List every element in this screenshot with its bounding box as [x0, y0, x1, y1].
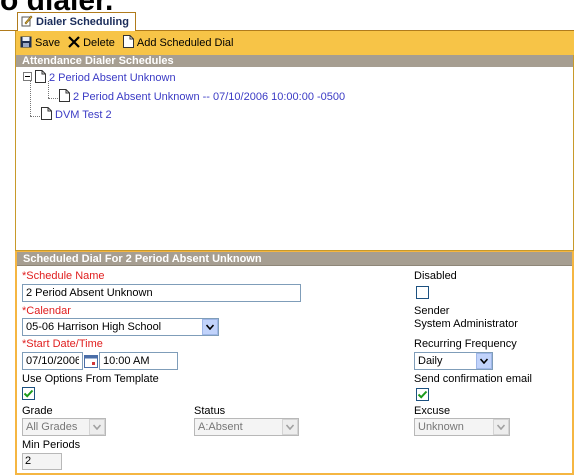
tree-item-label: 2 Period Absent Unknown -- 07/10/2006 10…: [73, 91, 346, 103]
tab-dialer-scheduling[interactable]: Dialer Scheduling: [17, 12, 136, 31]
chevron-down-icon[interactable]: [202, 319, 218, 335]
grade-label: Grade: [22, 405, 53, 417]
tree-connector: [48, 98, 58, 99]
save-icon: [20, 36, 32, 51]
start-time-input[interactable]: [99, 352, 178, 370]
use-template-checkbox[interactable]: [22, 387, 35, 400]
tab-label: Dialer Scheduling: [36, 16, 129, 28]
new-document-icon: [122, 35, 134, 51]
chevron-down-icon[interactable]: [282, 419, 298, 435]
grade-select[interactable]: All Grades: [22, 418, 106, 436]
grade-select-value: All Grades: [26, 421, 78, 433]
disabled-label: Disabled: [414, 270, 457, 282]
edit-document-icon: [21, 14, 33, 30]
tree-connector: [30, 81, 31, 116]
schedule-name-input[interactable]: [22, 284, 301, 302]
chevron-down-icon[interactable]: [89, 419, 105, 435]
tree-item-label: 2 Period Absent Unknown: [49, 72, 176, 84]
excuse-select-value: Unknown: [418, 421, 464, 433]
checkmark-icon: [23, 389, 34, 398]
scheduled-dial-form: Scheduled Dial For 2 Period Absent Unkno…: [15, 251, 574, 475]
recurring-frequency-select[interactable]: Daily: [414, 352, 493, 370]
schedule-name-label: *Schedule Name: [22, 270, 105, 282]
tree-connector: [30, 116, 40, 117]
use-template-label: Use Options From Template: [22, 373, 159, 385]
add-scheduled-dial-button[interactable]: Add Scheduled Dial: [122, 35, 234, 51]
sender-value: System Administrator: [414, 318, 518, 330]
tree-item-parent[interactable]: DVM Test 2: [41, 107, 112, 123]
chevron-down-icon[interactable]: [476, 353, 492, 369]
send-confirmation-email-checkbox[interactable]: [416, 388, 429, 401]
tree-item-label: DVM Test 2: [55, 109, 112, 121]
document-icon: [35, 70, 46, 86]
form-header: Scheduled Dial For 2 Period Absent Unkno…: [17, 252, 572, 266]
schedule-tree: 2 Period Absent Unknown 2 Period Absent …: [16, 67, 573, 249]
calendar-select[interactable]: 05-06 Harrison High School: [22, 318, 219, 336]
chevron-down-icon[interactable]: [493, 419, 509, 435]
tab-bar: Dialer Scheduling: [0, 12, 574, 31]
disabled-checkbox[interactable]: [416, 286, 429, 299]
status-select-value: A:Absent: [198, 421, 243, 433]
collapse-minus-icon[interactable]: [23, 72, 32, 84]
save-button[interactable]: Save: [20, 36, 60, 51]
document-icon: [59, 89, 70, 105]
status-label: Status: [194, 405, 226, 417]
recurring-frequency-label: Recurring Frequency: [414, 338, 517, 350]
status-select[interactable]: A:Absent: [194, 418, 299, 436]
delete-button[interactable]: Delete: [68, 35, 115, 51]
schedules-header: Attendance Dialer Schedules: [16, 55, 573, 67]
calendar-label: *Calendar: [22, 305, 71, 317]
excuse-select[interactable]: Unknown: [414, 418, 510, 436]
min-periods-label: Min Periods: [22, 439, 81, 451]
send-confirmation-email-label: Send confirmation email: [414, 373, 533, 385]
calendar-picker-icon[interactable]: [84, 354, 98, 371]
delete-x-icon: [68, 35, 80, 51]
checkmark-icon: [417, 390, 428, 399]
toolbar: Save Delete Add Scheduled Dial: [15, 31, 574, 55]
tree-item-parent[interactable]: 2 Period Absent Unknown: [23, 70, 176, 86]
add-scheduled-dial-label: Add Scheduled Dial: [136, 37, 234, 49]
tree-item-child[interactable]: 2 Period Absent Unknown -- 07/10/2006 10…: [59, 89, 345, 105]
schedules-panel: Attendance Dialer Schedules 2 Period Abs…: [15, 55, 574, 251]
start-datetime-label: *Start Date/Time: [22, 338, 103, 350]
calendar-select-value: 05-06 Harrison High School: [26, 321, 162, 333]
excuse-label: Excuse: [414, 405, 451, 417]
recurring-frequency-value: Daily: [418, 355, 443, 367]
save-label: Save: [35, 37, 61, 49]
delete-label: Delete: [83, 37, 115, 49]
sender-label: Sender: [414, 305, 450, 317]
start-date-input[interactable]: [22, 352, 83, 370]
page-heading-fragment: o dialer.: [0, 0, 114, 17]
document-icon: [41, 107, 52, 123]
min-periods-input[interactable]: 2: [22, 453, 62, 470]
